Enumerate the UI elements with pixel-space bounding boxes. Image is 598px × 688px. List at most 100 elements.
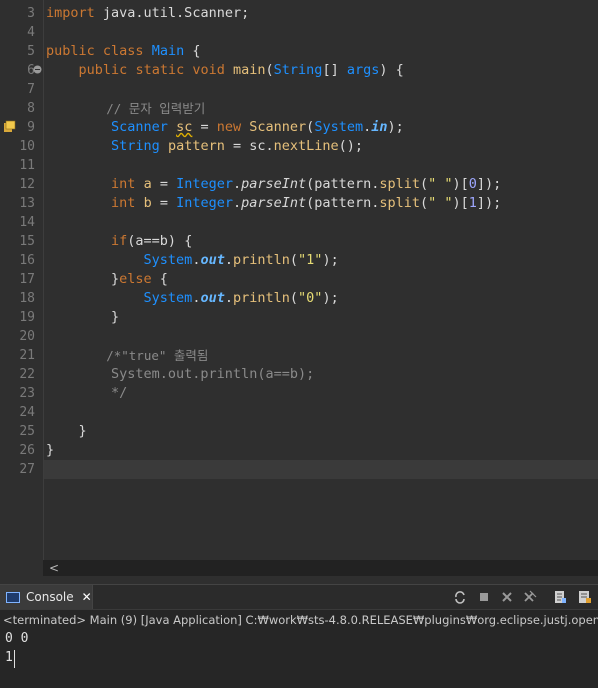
line-number: 10 [19, 139, 35, 154]
code-text: = [192, 119, 217, 135]
line-number: 11 [19, 158, 35, 173]
type-name: String [111, 138, 160, 154]
code-comment[interactable]: */ [46, 384, 598, 403]
line-number: 17 [19, 272, 35, 287]
variable-name: b [143, 195, 152, 211]
code-text: = [151, 176, 177, 192]
keyword: void [192, 62, 225, 78]
code-text: } [46, 271, 120, 287]
word-wrap-icon[interactable] [578, 590, 592, 604]
keyword: int [111, 195, 136, 211]
horizontal-scrollbar[interactable]: < [43, 560, 598, 576]
remove-launch-icon[interactable] [500, 590, 514, 604]
type-name: System [314, 119, 364, 135]
keyword: if [111, 233, 128, 249]
code-line[interactable]: System.out.println("1"); [46, 251, 598, 270]
console-output-line[interactable]: 0 0 [5, 629, 28, 648]
keyword: new [216, 119, 242, 135]
keyword: int [111, 176, 136, 192]
code-text: (); [338, 138, 364, 154]
code-line[interactable]: System.out.println("0"); [46, 289, 598, 308]
variable-name: a [143, 176, 152, 192]
keyword: import [46, 5, 95, 21]
remove-all-icon[interactable] [523, 590, 537, 604]
code-comment[interactable]: System.out.println(a==b); [46, 365, 598, 384]
console-status-text: <terminated> Main (9) [Java Application]… [3, 613, 598, 627]
number-literal: 0 [468, 176, 477, 192]
code-editor[interactable]: 3 4 5 6 7 8 9 10 11 12 13 14 15 16 17 18… [0, 0, 598, 560]
keyword: else [119, 271, 152, 287]
keyword: public [78, 62, 128, 78]
code-text: . [363, 119, 372, 135]
line-number: 3 [27, 6, 35, 21]
code-line[interactable]: } [46, 422, 598, 441]
code-comment[interactable]: /*"true" 출력됨 [46, 346, 598, 365]
code-line[interactable]: Scanner sc = new Scanner(System.in); [46, 118, 598, 137]
line-number: 20 [19, 329, 35, 344]
code-text: . [233, 195, 242, 211]
tab-console[interactable]: Console ✕ [0, 585, 93, 609]
terminate-icon[interactable] [477, 590, 491, 604]
code-line[interactable]: int b = Integer.parseInt(pattern.split("… [46, 194, 598, 213]
code-line[interactable]: int a = Integer.parseInt(pattern.split("… [46, 175, 598, 194]
keyword: public [46, 43, 95, 59]
console-tab-bar: Console ✕ [0, 585, 598, 610]
console-output-line[interactable]: 1 [5, 648, 13, 667]
line-number: 16 [19, 253, 35, 268]
keyword: class [102, 43, 144, 59]
text-cursor [14, 650, 15, 668]
method-name: Scanner [249, 119, 307, 135]
code-line[interactable]: }else { [46, 270, 598, 289]
code-text: = [151, 195, 177, 211]
code-text: (pattern. [306, 195, 380, 211]
close-icon[interactable]: ✕ [82, 590, 92, 604]
code-text: )[ [452, 176, 469, 192]
code-line[interactable]: public class Main { [46, 42, 598, 61]
code-comment[interactable]: // 문자 입력받기 [46, 99, 598, 118]
method-name: nextLine [273, 138, 339, 154]
code-text: . [233, 176, 242, 192]
type-name: Scanner [111, 119, 168, 135]
code-text: ); [322, 290, 339, 306]
warning-marker-icon[interactable] [3, 120, 16, 133]
type-name: Integer [176, 195, 233, 211]
code-text: ( [289, 252, 299, 268]
code-line[interactable]: import java.util.Scanner; [46, 4, 598, 23]
console-panel[interactable]: Console ✕ <terminated> Main (9) [Java Ap… [0, 584, 598, 688]
code-text: ( [419, 176, 429, 192]
code-line[interactable]: } [46, 441, 598, 460]
pin-icon[interactable] [453, 590, 467, 604]
code-line[interactable]: String pattern = sc.nextLine(); [46, 137, 598, 156]
code-line[interactable]: if(a==b) { [46, 232, 598, 251]
scroll-lock-icon[interactable] [553, 590, 567, 604]
line-number: 4 [27, 25, 35, 40]
method-name: split [379, 195, 420, 211]
code-text: = sc. [224, 138, 274, 154]
variable-name: sc [176, 119, 193, 135]
string-literal: "0" [298, 290, 323, 306]
line-number: 21 [19, 348, 35, 363]
code-line[interactable]: } [46, 308, 598, 327]
current-line-highlight[interactable] [44, 460, 598, 479]
line-number: 14 [19, 215, 35, 230]
code-text: ) { [379, 62, 404, 78]
number-literal: 1 [468, 195, 477, 211]
code-text: (a==b) { [127, 233, 193, 249]
code-text: . [224, 252, 233, 268]
code-text: ( [289, 290, 299, 306]
code-line[interactable]: public static void main(String[] args) { [46, 61, 598, 80]
code-text: { [151, 271, 168, 287]
code-text: (pattern. [306, 176, 380, 192]
scroll-left-icon[interactable]: < [49, 561, 59, 575]
fold-collapse-icon[interactable] [33, 65, 42, 74]
